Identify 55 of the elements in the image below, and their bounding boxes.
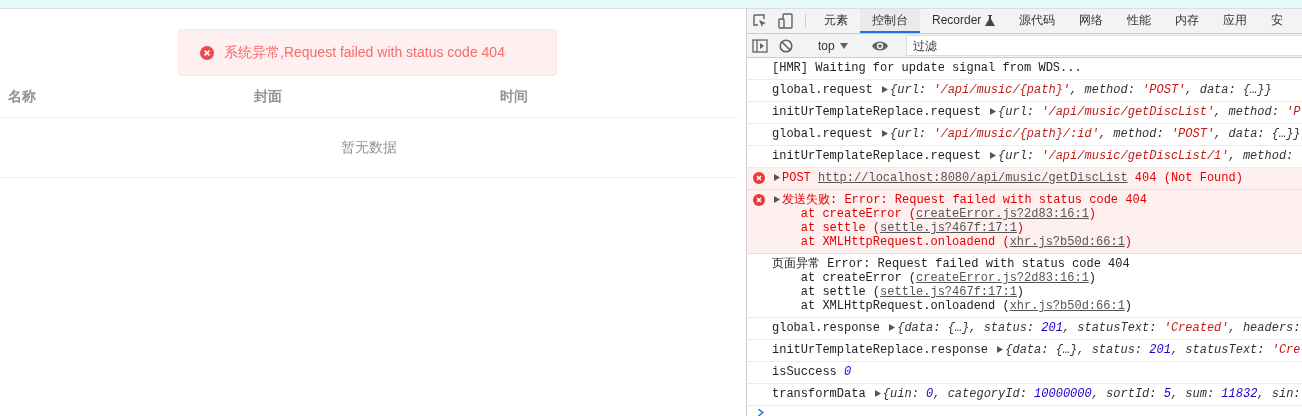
dropdown-caret-icon bbox=[839, 42, 848, 49]
column-header: 时间 bbox=[499, 88, 529, 106]
devtools-tab[interactable]: 网络 bbox=[1067, 9, 1116, 34]
console-line: initUrTemplateReplace.request {url: '/api/music/getDiscList', method: 'P bbox=[772, 104, 1302, 119]
prompt-chevron-icon bbox=[757, 408, 765, 416]
devtools-tab[interactable]: 控制台 bbox=[860, 9, 920, 34]
devtools-tab[interactable]: 内存 bbox=[1163, 9, 1212, 34]
source-link[interactable]: xhr.js?b50d:66:1 bbox=[1009, 234, 1125, 249]
devtools-tab[interactable]: 元素 bbox=[812, 9, 860, 34]
devtools-tab[interactable]: 应用 bbox=[1211, 9, 1260, 34]
expand-triangle-icon[interactable] bbox=[773, 172, 781, 182]
expand-triangle-icon[interactable] bbox=[989, 106, 998, 116]
devtools-tab[interactable]: Recorder bbox=[920, 9, 1008, 34]
console-line: POST http://localhost:8080/api/music/getDiscList 404 (Not Found) bbox=[772, 170, 1302, 185]
expand-triangle-icon[interactable] bbox=[873, 388, 882, 398]
source-link[interactable]: http://localhost:8080/api/music/getDiscList bbox=[818, 170, 1128, 185]
source-link[interactable]: settle.js?467f:17:1 bbox=[880, 220, 1017, 235]
error-icon bbox=[753, 171, 765, 184]
column-header: 封面 bbox=[253, 88, 283, 106]
context-select[interactable]: top bbox=[812, 38, 854, 53]
console-line: [HMR] Waiting for update signal from WDS... bbox=[772, 60, 1083, 75]
filter-field[interactable]: 过滤 bbox=[905, 35, 1302, 57]
devtools-tab[interactable]: 性能 bbox=[1115, 9, 1164, 34]
console-line: initUrTemplateReplace.request {url: '/api/music/getDiscList/1', method: bbox=[772, 148, 1295, 163]
console-line: 发送失败: Error: Request failed with status code 404 bbox=[772, 192, 1302, 207]
devtools-tab[interactable]: 源代码 bbox=[1007, 9, 1068, 34]
devtools-tab[interactable]: 安 bbox=[1259, 9, 1296, 34]
console-line: initUrTemplateReplace.response {data: {…}, status: 201, statusText: 'Cre bbox=[772, 342, 1302, 357]
console-line: at settle (settle.js?467f:17:1) bbox=[799, 284, 1026, 299]
console-line: isSuccess 0 bbox=[772, 364, 853, 379]
expand-triangle-icon[interactable] bbox=[881, 84, 890, 94]
expand-triangle-icon[interactable] bbox=[989, 150, 998, 160]
message-text: 系统异常,Request failed with status code 404 bbox=[224, 43, 505, 62]
console-line: 页面异常 Error: Request failed with status code 404 bbox=[772, 256, 1131, 271]
source-link[interactable]: settle.js?467f:17:1 bbox=[880, 284, 1017, 299]
error-icon bbox=[753, 193, 765, 206]
source-link[interactable]: createError.js?2d83:16:1 bbox=[916, 270, 1089, 285]
empty-text: 暂无数据 bbox=[341, 138, 397, 157]
console-line: at createError (createError.js?2d83:16:1) bbox=[799, 206, 1098, 221]
console-line: global.request {url: '/api/music/{path}/:id', method: 'POST', data: {…}} bbox=[772, 126, 1302, 141]
expand-triangle-icon[interactable] bbox=[888, 322, 897, 332]
expand-triangle-icon[interactable] bbox=[773, 194, 781, 204]
console-line: at XMLHttpRequest.onloadend (xhr.js?b50d:66:1) bbox=[799, 298, 1134, 313]
console-line: global.response {data: {…}, status: 201, statusText: 'Created', headers: bbox=[772, 320, 1302, 335]
expand-triangle-icon[interactable] bbox=[996, 344, 1005, 354]
console-line: at XMLHttpRequest.onloadend (xhr.js?b50d:66:1) bbox=[799, 234, 1134, 249]
console-line: at createError (createError.js?2d83:16:1) bbox=[799, 270, 1098, 285]
column-header: 名称 bbox=[7, 88, 37, 106]
source-link[interactable]: xhr.js?b50d:66:1 bbox=[1009, 298, 1125, 313]
console-line: at settle (settle.js?467f:17:1) bbox=[799, 220, 1026, 235]
error-icon bbox=[200, 45, 214, 60]
console-line: global.request {url: '/api/music/{path}', method: 'POST', data: {…}} bbox=[772, 82, 1273, 97]
expand-triangle-icon[interactable] bbox=[881, 128, 890, 138]
console-line: transformData {uin: 0, categoryId: 10000000, sortId: 5, sum: 11832, sin: bbox=[772, 386, 1302, 401]
source-link[interactable]: createError.js?2d83:16:1 bbox=[916, 206, 1089, 221]
